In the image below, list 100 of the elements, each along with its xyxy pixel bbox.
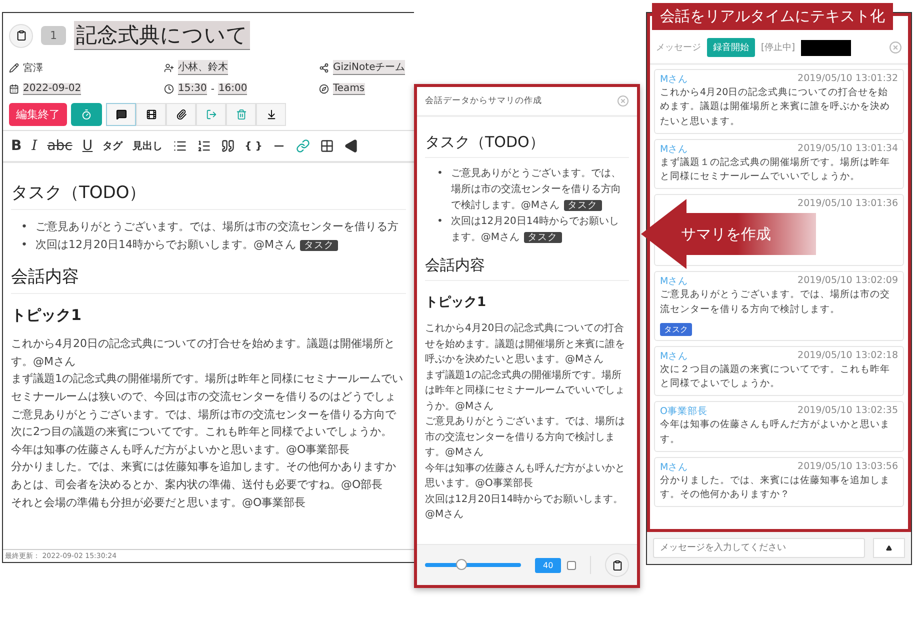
format-button[interactable]: { }: [240, 136, 266, 156]
checkbox[interactable]: [567, 560, 576, 570]
sender-name: Mさん: [660, 73, 688, 86]
transcript-line: あとは、司会者を決めるとか、案内状の準備、送付も必要ですね。@O部長: [11, 476, 384, 493]
paperclip-button[interactable]: [166, 103, 196, 126]
clipboard-button[interactable]: [605, 553, 629, 577]
transcript-line: セミナールームは狭いので、今回は市の交流センターを借りるのはどうでしょ: [11, 388, 397, 405]
task-item: ご意見ありがとうございます。では、場所は市の交流センターを借りる方: [36, 219, 398, 235]
tool-text[interactable]: Teams: [333, 83, 365, 95]
sender-name: Mさん: [660, 460, 688, 474]
team-icon: [319, 62, 329, 72]
paperclip-icon: [176, 109, 186, 120]
bullet: •: [437, 215, 443, 229]
author-icon: [9, 62, 19, 72]
message-text: ご意見ありがとうございます。では、場所は市の交流センターを借りる方向で検討します。: [660, 288, 891, 316]
redacted-block: [801, 40, 852, 56]
task-item: 次回は12月20日14時からでお願いします。@Mさん タスク: [36, 236, 338, 254]
timer-icon: [81, 109, 92, 120]
bullet: •: [437, 167, 443, 181]
topic-heading: トピック1: [425, 294, 488, 311]
start-time[interactable]: 15:30: [178, 83, 207, 95]
date-text[interactable]: 2022-09-02: [23, 83, 82, 95]
message-text: 次に２つ目の議題の来賓についてです。これも昨年と同様でよいでしょうか。: [660, 362, 891, 391]
transcript-line: 分かりました。では、来賓には佐藤知事を追加します。その他何かありますか: [11, 459, 397, 476]
bullet: •: [21, 219, 28, 235]
format-button[interactable]: B: [7, 136, 26, 156]
download-icon: [266, 109, 276, 120]
format-button[interactable]: タグ: [98, 136, 127, 156]
section-heading: タスク（TODO）: [11, 181, 406, 210]
triangle-icon: [344, 139, 358, 153]
sender-name: Mさん: [660, 350, 688, 363]
download-button[interactable]: [256, 103, 286, 126]
time-separator: -: [210, 84, 214, 94]
export-icon: [206, 109, 216, 120]
format-button[interactable]: abc: [43, 136, 76, 156]
clipboard-icon: [16, 30, 26, 41]
topic-heading: トピック1: [11, 306, 82, 326]
speech-bubble-icon: [116, 109, 126, 120]
task-item: ご意見ありがとうございます。では、場所は市の交流センターを借りる方向で検討します。@Mさん タスク: [450, 166, 622, 213]
callout-banner: 会話をリアルタイムにテキスト化: [652, 3, 893, 30]
transcript-line: これから4月20日の記念式典についての打合せを始めます。議題は開催場所と: [11, 336, 396, 352]
message-text: まず議題１の記念式典の開催場所です。場所は昨年と同様にセミナールームでいいでしょうか。: [660, 156, 891, 184]
summary-line: 今年は知事の佐藤さんも呼んだ方がよいかと思います。@O事業部長: [425, 462, 626, 491]
triangle-icon: [886, 545, 892, 551]
sender-name: Mさん: [660, 275, 688, 288]
record-status: [停止中]: [761, 42, 796, 54]
send-button[interactable]: [873, 538, 905, 558]
transcript-line: 次に2つ目の議題の来賓についてです。これも昨年と同様でよいでしょうか。: [11, 424, 393, 440]
message-text: これから4月20日の記念式典についての打合せを始めます。議題は開催場所と来賓に誰を呼ぶかを決めたいと思います。: [660, 86, 891, 128]
format-button[interactable]: U: [78, 136, 97, 156]
trash-icon: [236, 109, 246, 120]
task-tag: タスク: [660, 322, 692, 336]
attendees-icon: [164, 62, 174, 72]
note-title[interactable]: 記念式典について: [74, 21, 250, 50]
bullet: •: [21, 236, 28, 253]
slider-thumb[interactable]: [456, 559, 468, 570]
message-time: 2019/05/10 13:02:09: [798, 275, 898, 288]
panel-label: メッセージ: [656, 42, 701, 54]
message-time: 2019/05/10 13:03:56: [798, 460, 898, 474]
message-time: 2019/05/10 13:02:35: [798, 405, 898, 418]
message-input[interactable]: メッセージを入力してください: [653, 538, 865, 558]
section-heading: 会話内容: [11, 265, 406, 294]
film-icon: [146, 109, 156, 120]
date-icon: [9, 84, 19, 94]
bullet-list-icon: [172, 139, 187, 153]
value-field: 40: [535, 558, 562, 572]
message-time: 2019/05/10 13:01:34: [798, 142, 898, 156]
section-heading: 会話内容: [425, 256, 629, 281]
task-item: 次回は12月20日14時からでお願いします。@Mさん タスク: [450, 214, 620, 245]
transcript-line: まず議題1の記念式典の開催場所です。場所は昨年と同様にセミナールームでい: [11, 371, 404, 388]
table-icon: [320, 139, 334, 153]
summary-line: ご意見ありがとうございます。では、場所は市の交流センターを借りる方向で検討します。@Mさん: [425, 414, 626, 460]
message-time: 2019/05/10 13:01:32: [798, 73, 898, 86]
clipboard-button[interactable]: [9, 24, 33, 48]
team-text[interactable]: GiziNoteチーム: [333, 60, 406, 75]
section-heading: タスク（TODO）: [425, 133, 629, 158]
clipboard-icon: [612, 560, 622, 570]
summary-line: まず議題1の記念式典の開催場所です。場所は昨年と同様にセミナールームでいいでしょうか。@Mさん: [425, 368, 626, 414]
attendees-text[interactable]: 小林、鈴木: [178, 60, 228, 75]
message-time: 2019/05/10 13:02:18: [798, 350, 898, 363]
link-icon: [296, 139, 310, 153]
quote-icon: [220, 139, 235, 153]
film-button[interactable]: [136, 103, 166, 126]
time-icon: [164, 84, 174, 94]
transcript-line: 今年は知事の佐藤さんも呼んだ方がよいかと思います。@O事業部長: [11, 442, 351, 458]
format-button[interactable]: I: [28, 136, 42, 156]
message-text: 分かりました。では、来賓には佐藤知事を追加します。その他何かありますか？: [660, 474, 891, 502]
author-text: 宮澤: [23, 62, 43, 74]
note-number: 1: [41, 26, 66, 45]
numbered-list-icon: [196, 139, 211, 153]
transcript-line: ご意見ありがとうございます。では、場所は市の交流センターを借りる方向で: [11, 406, 398, 423]
message-time: 2019/05/10 13:01:36: [798, 198, 898, 210]
summary-line: 次回は12月20日14時からでお願いします。@Mさん: [425, 492, 624, 522]
comment-button[interactable]: [106, 103, 136, 126]
format-button[interactable]: 見出し: [128, 136, 167, 156]
summary-line: これから4月20日の記念式典についての打合せを始めます。議題は開催場所と来賓に誰を呼ぶかを決めたいと思います。@Mさん: [425, 322, 626, 367]
tool-icon: [319, 84, 329, 94]
end-time[interactable]: 16:00: [218, 83, 248, 95]
panel-title: 会話データからサマリの作成: [425, 95, 542, 107]
end-edit-button[interactable]: 編集終了: [9, 103, 67, 126]
